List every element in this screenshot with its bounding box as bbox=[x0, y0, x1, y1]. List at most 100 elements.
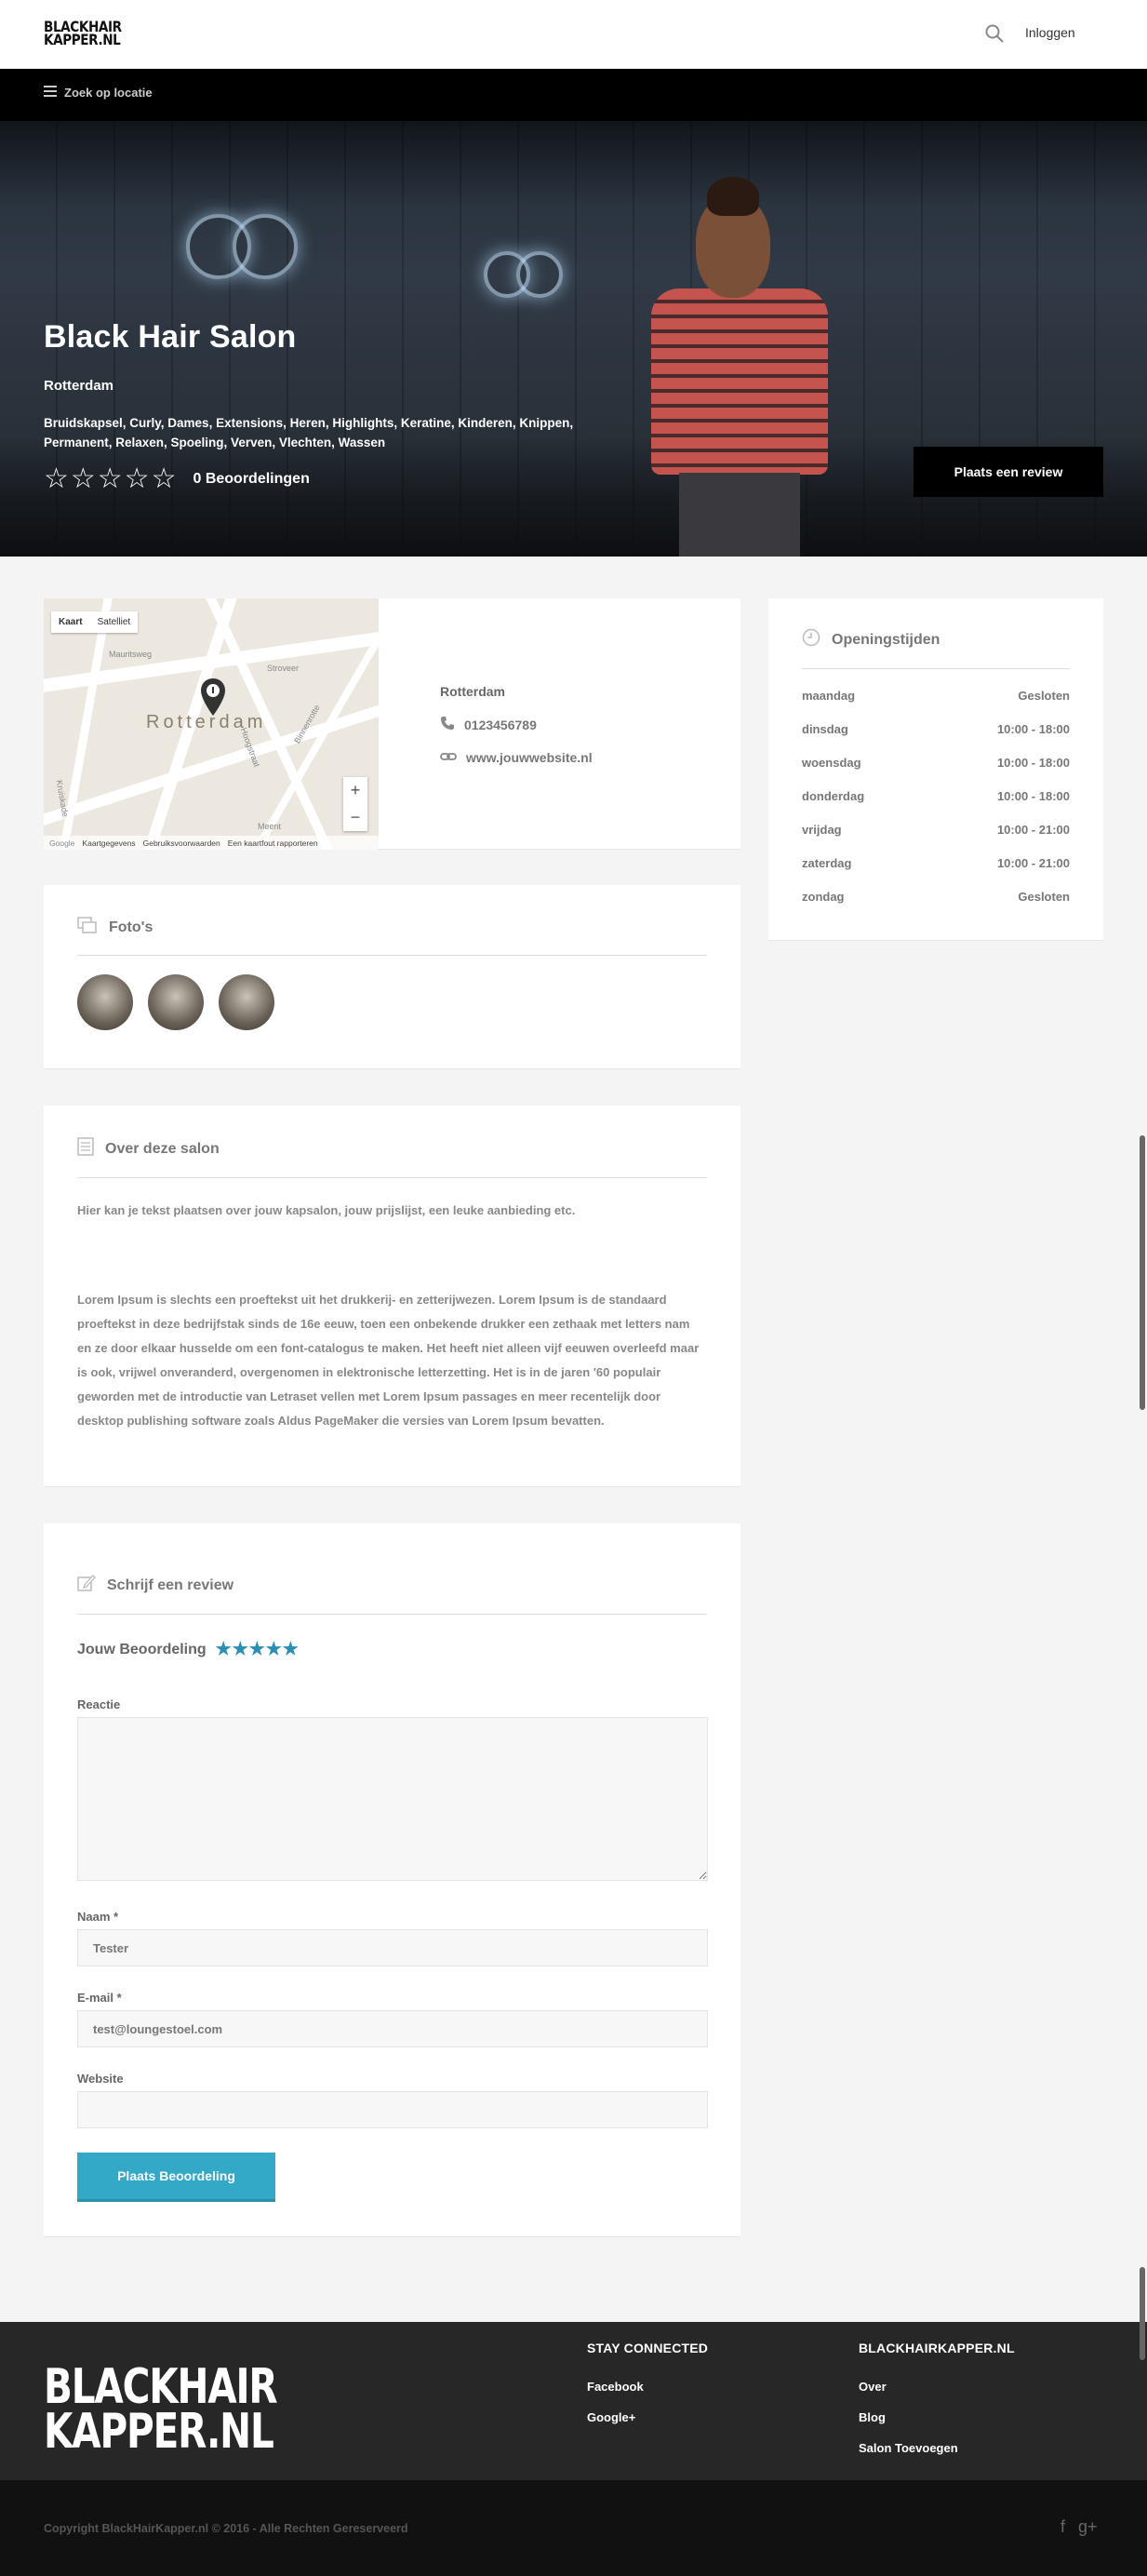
site-footer: BLACKHAIR KAPPER.NL STAY CONNECTED Faceb… bbox=[0, 2322, 1147, 2480]
name-input[interactable] bbox=[77, 1929, 708, 1966]
hours-time: 10:00 - 18:00 bbox=[996, 755, 1070, 770]
footer-link-blog[interactable]: Blog bbox=[859, 2410, 1015, 2424]
login-link[interactable]: Inloggen bbox=[1025, 25, 1075, 40]
location-search-label: Zoek op locatie bbox=[64, 86, 153, 100]
map-terms-link[interactable]: Gebruiksvoorwaarden bbox=[143, 839, 220, 848]
location-bar: Zoek op locatie bbox=[0, 69, 1147, 121]
footer-link-googleplus[interactable]: Google+ bbox=[587, 2410, 708, 2424]
zoom-out-button[interactable]: − bbox=[343, 804, 367, 831]
photo-thumbnails bbox=[77, 974, 707, 1030]
rating-count: 0 Beoordelingen bbox=[193, 471, 310, 487]
hours-day: zondag bbox=[802, 889, 845, 904]
website-label: Website bbox=[77, 2072, 124, 2086]
map-street-label: Mauritsweg bbox=[109, 650, 153, 659]
footer-logo[interactable]: BLACKHAIR KAPPER.NL bbox=[44, 2359, 278, 2456]
logo-line-2: KAPPER.NL bbox=[44, 31, 121, 48]
hours-time: 10:00 - 21:00 bbox=[996, 855, 1070, 870]
photos-header: Foto's bbox=[77, 917, 707, 956]
email-label: E-mail * bbox=[77, 1991, 122, 2005]
hours-day: woensdag bbox=[802, 755, 861, 770]
photo-thumbnail[interactable] bbox=[148, 974, 204, 1030]
contact-website[interactable]: www.jouwwebsite.nl bbox=[440, 750, 593, 765]
zoom-in-button[interactable]: + bbox=[343, 777, 367, 804]
footer-site-links: BLACKHAIRKAPPER.NL Over Blog Salon Toevo… bbox=[859, 2341, 1015, 2472]
hours-row: zaterdag 10:00 - 21:00 bbox=[802, 846, 1070, 879]
your-rating: Jouw Beoordeling ★★★★★ bbox=[77, 1639, 707, 1660]
submit-review-button[interactable]: Plaats Beoordeling bbox=[77, 2153, 275, 2202]
hours-row: woensdag 10:00 - 18:00 bbox=[802, 745, 1070, 779]
scrollbar-thumb-secondary[interactable] bbox=[1140, 2267, 1145, 2360]
reaction-textarea[interactable] bbox=[77, 1717, 708, 1881]
map-zoom-controls: + − bbox=[343, 777, 367, 831]
footer-stay-connected: STAY CONNECTED Facebook Google+ bbox=[587, 2341, 708, 2441]
phone-number: 0123456789 bbox=[464, 717, 537, 732]
salon-city: Rotterdam bbox=[44, 378, 114, 394]
site-logo[interactable]: BLACKHAIR KAPPER.NL bbox=[44, 20, 122, 47]
scrollbar-thumb[interactable] bbox=[1140, 1135, 1145, 1410]
map-street-label: Stroveer bbox=[267, 664, 300, 673]
contact-city: Rotterdam bbox=[440, 684, 506, 699]
hours-day: dinsdag bbox=[802, 721, 848, 736]
map-attribution: Google Kaartgegevens Gebruiksvoorwaarden… bbox=[44, 836, 379, 850]
photos-title: Foto's bbox=[109, 919, 153, 935]
phone-icon bbox=[440, 716, 455, 733]
salon-services: Bruidskapsel, Curly, Dames, Extensions, … bbox=[44, 416, 574, 449]
copyright-bar: Copyright BlackHairKapper.nl © 2016 - Al… bbox=[0, 2480, 1147, 2576]
hours-row: maandag Gesloten bbox=[802, 678, 1070, 712]
contact-phone[interactable]: 0123456789 bbox=[440, 716, 593, 733]
google-logo: Google bbox=[49, 838, 75, 848]
review-form-title: Schrijf een review bbox=[107, 1576, 234, 1593]
social-icons: f g+ bbox=[1060, 2517, 1098, 2537]
footer-link-over[interactable]: Over bbox=[859, 2380, 1015, 2394]
rating-star-selector[interactable]: ★★★★★ bbox=[216, 1639, 300, 1660]
your-rating-label: Jouw Beoordeling bbox=[77, 1641, 207, 1657]
hours-row: donderdag 10:00 - 18:00 bbox=[802, 779, 1070, 812]
hours-day: vrijdag bbox=[802, 822, 842, 837]
map-type-toggle: Kaart Satelliet bbox=[51, 611, 139, 633]
reaction-label: Reactie bbox=[77, 1697, 121, 1711]
hero-banner: Black Hair Salon Rotterdam Bruidskapsel,… bbox=[0, 121, 1147, 557]
site-header: BLACKHAIR KAPPER.NL Inloggen bbox=[0, 0, 1147, 69]
map-tab-kaart[interactable]: Kaart bbox=[51, 611, 90, 633]
review-form-header: Schrijf een review bbox=[77, 1574, 707, 1615]
photo-thumbnail[interactable] bbox=[219, 974, 274, 1030]
copyright-text: Copyright BlackHairKapper.nl © 2016 - Al… bbox=[44, 2522, 408, 2535]
clock-icon bbox=[802, 628, 820, 651]
name-label: Naam * bbox=[77, 1910, 119, 1924]
hours-time: 10:00 - 18:00 bbox=[996, 721, 1070, 736]
place-review-button[interactable]: Plaats een review bbox=[914, 447, 1103, 497]
website-url: www.jouwwebsite.nl bbox=[466, 750, 593, 765]
hours-day: zaterdag bbox=[802, 855, 852, 870]
photos-card: Foto's bbox=[44, 885, 740, 1069]
salon-name: Black Hair Salon bbox=[44, 319, 297, 355]
gallery-icon bbox=[77, 917, 98, 938]
website-input[interactable] bbox=[77, 2091, 708, 2128]
map-data-link[interactable]: Kaartgegevens bbox=[82, 839, 135, 848]
hero-person-photo bbox=[642, 177, 837, 557]
googleplus-icon[interactable]: g+ bbox=[1078, 2517, 1098, 2537]
hours-day: maandag bbox=[802, 688, 856, 703]
document-icon bbox=[77, 1137, 94, 1161]
about-header: Over deze salon bbox=[77, 1137, 707, 1178]
footer-logo-line-1: BLACKHAIR bbox=[44, 2359, 278, 2415]
email-input[interactable] bbox=[77, 2010, 708, 2047]
map-report-link[interactable]: Een kaartfout rapporteren bbox=[228, 839, 318, 848]
map-street-label: Meent bbox=[258, 822, 282, 831]
contact-info: Rotterdam 0123456789 www.jouwwebsite.nl bbox=[440, 684, 593, 782]
hours-row: dinsdag 10:00 - 18:00 bbox=[802, 712, 1070, 745]
map-pin-icon[interactable] bbox=[198, 677, 228, 718]
about-intro: Hier kan je tekst plaatsen over jouw kap… bbox=[77, 1203, 576, 1217]
photo-thumbnail[interactable] bbox=[77, 974, 133, 1030]
opening-hours-card: Openingstijden maandag Gesloten dinsdag 10:… bbox=[768, 598, 1103, 941]
link-icon bbox=[440, 750, 457, 765]
location-search-button[interactable]: Zoek op locatie bbox=[44, 86, 153, 100]
opening-hours-title: Openingstijden bbox=[832, 631, 940, 648]
map-tab-satelliet[interactable]: Satelliet bbox=[90, 611, 139, 633]
map[interactable]: Mauritsweg Stroveer Binnenrotte Hoogstra… bbox=[44, 598, 379, 850]
footer-link-salon-toevoegen[interactable]: Salon Toevoegen bbox=[859, 2441, 1015, 2455]
search-icon[interactable] bbox=[983, 22, 1006, 45]
facebook-icon[interactable]: f bbox=[1060, 2517, 1065, 2537]
about-title: Over deze salon bbox=[105, 1140, 220, 1157]
footer-col2-title: BLACKHAIRKAPPER.NL bbox=[859, 2341, 1015, 2355]
footer-link-facebook[interactable]: Facebook bbox=[587, 2380, 708, 2394]
